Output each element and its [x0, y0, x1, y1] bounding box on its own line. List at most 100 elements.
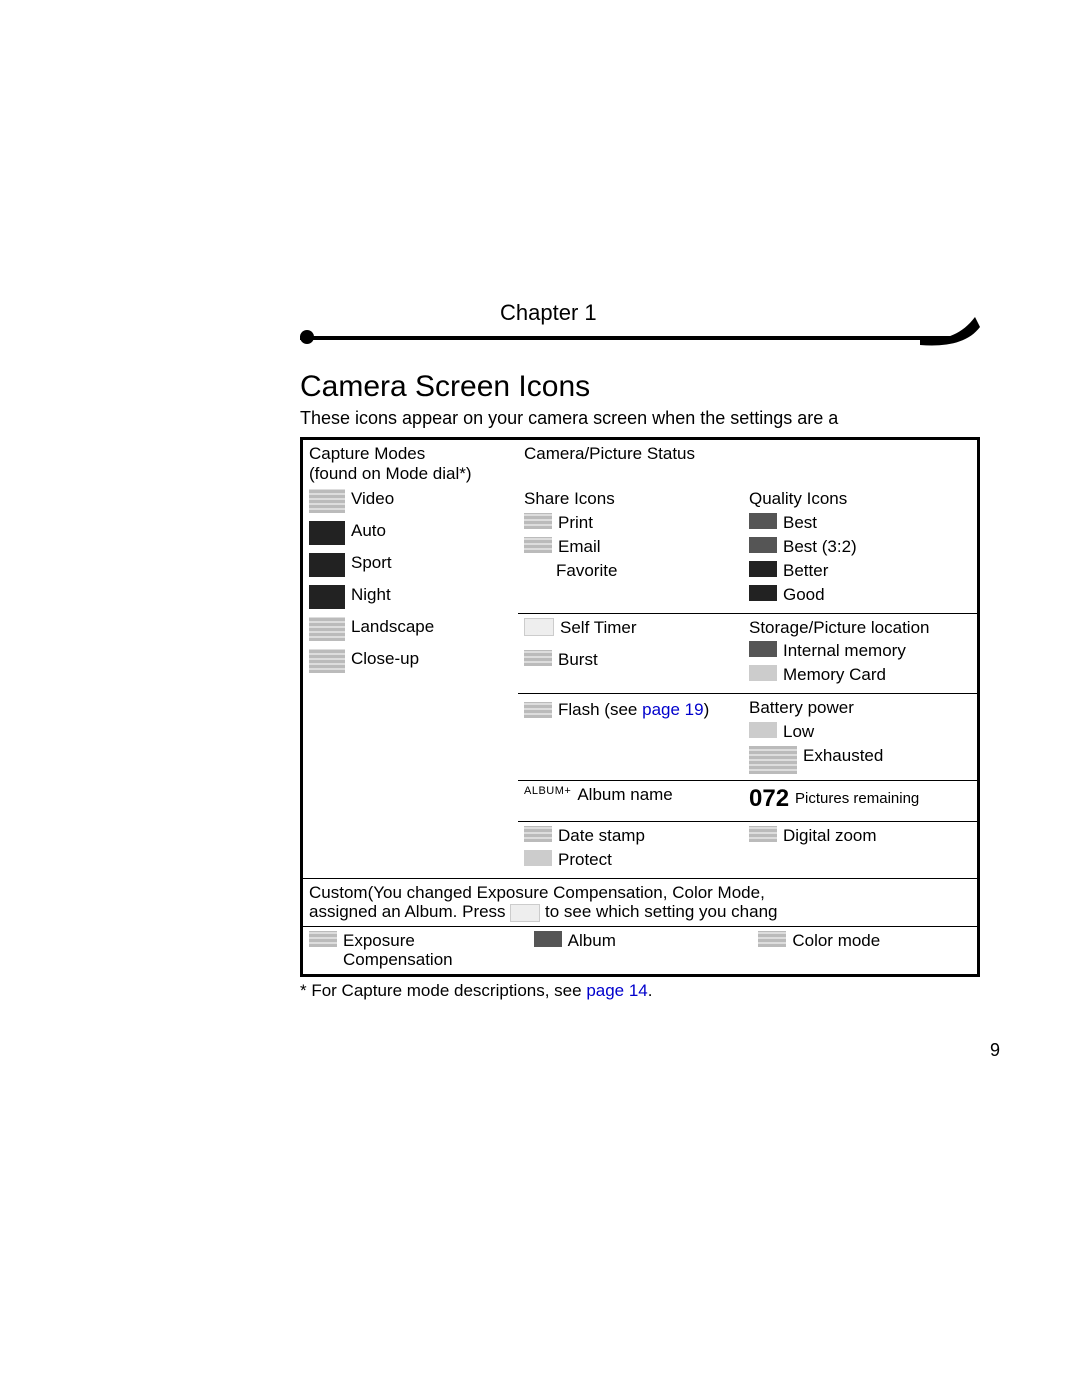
self-timer: Self Timer: [524, 618, 737, 646]
timer-storage-row: Self Timer Burst Storage/Picture locatio…: [518, 613, 977, 694]
flash-label: Flash (see: [558, 700, 637, 719]
album-name: ALBUM+ Album name: [524, 785, 737, 813]
storage-label: Internal memory: [783, 641, 906, 661]
date-stamp-icon: [524, 826, 552, 842]
quality-good: Good: [749, 585, 971, 607]
night-icon: [309, 585, 345, 609]
diagram-middle: Video Auto Sport Night: [303, 485, 977, 878]
battery-label: Low: [783, 722, 814, 742]
chapter-header-arrow: Chapter 1: [300, 320, 1000, 350]
digital-zoom: Digital zoom: [749, 826, 971, 854]
quality-label: Better: [783, 561, 828, 581]
icons-diagram: Capture Modes (found on Mode dial*) Came…: [300, 437, 980, 977]
quality-icons-cell: Quality Icons Best Best (3:2): [743, 485, 977, 613]
protect-label: Protect: [558, 850, 612, 870]
mode-night: Night: [309, 585, 512, 613]
album-label-bottom: Album: [568, 931, 616, 951]
burst-icon: [524, 650, 552, 666]
album-pictures-row: ALBUM+ Album name 072 Pictures remaining: [518, 780, 977, 821]
battery-heading: Battery power: [749, 698, 971, 718]
internal-memory: Internal memory: [749, 641, 971, 663]
custom-prefix: Custom: [309, 883, 368, 902]
exposure-label: Exposure Compensation: [343, 931, 522, 970]
share-label: Email: [558, 537, 601, 557]
better-icon: [749, 561, 777, 577]
quality-better: Better: [749, 561, 971, 583]
battery-exhausted-icon: [749, 746, 797, 774]
closeup-icon: [309, 649, 345, 673]
quality-label: Good: [783, 585, 825, 605]
timer-label: Self Timer: [560, 618, 637, 638]
footnote-text: * For Capture mode descriptions, see: [300, 981, 586, 1000]
mode-label: Landscape: [351, 617, 434, 637]
print-icon: [524, 513, 552, 529]
mode-label: Night: [351, 585, 391, 605]
camera-status-heading: Camera/Picture Status: [524, 444, 971, 464]
date-protect-cell: Date stamp Protect: [518, 822, 743, 878]
battery-cell: Battery power Low Exhausted: [743, 694, 977, 780]
capture-modes-list: Video Auto Sport Night: [303, 485, 518, 878]
custom-line2a: assigned an Album. Press: [309, 902, 510, 921]
mode-closeup: Close-up: [309, 649, 512, 677]
diagram-header-row: Capture Modes (found on Mode dial*) Came…: [303, 440, 977, 485]
share-icons-heading: Share Icons: [524, 489, 737, 509]
album-cell: ALBUM+ Album name: [518, 781, 743, 821]
storage-label: Memory Card: [783, 665, 886, 685]
best32-icon: [749, 537, 777, 553]
section-title: Camera Screen Icons: [300, 370, 1000, 404]
content-area: Chapter 1 Camera Screen Icons These icon…: [300, 320, 1000, 1001]
mode-label: Video: [351, 489, 394, 509]
good-icon: [749, 585, 777, 601]
status-area: Share Icons Print Email Favorite: [518, 485, 977, 878]
mode-label: Close-up: [351, 649, 419, 669]
exposure-cell: Exposure Compensation: [303, 927, 528, 974]
internal-memory-icon: [749, 641, 777, 657]
self-timer-icon: [524, 618, 554, 636]
chapter-label: Chapter 1: [500, 300, 597, 326]
press-button-icon: [510, 904, 540, 922]
remaining-count: 072: [749, 785, 789, 813]
capture-modes-subheading: (found on Mode dial*): [309, 464, 512, 484]
storage-cell: Storage/Picture location Internal memory…: [743, 614, 977, 694]
auto-icon: [309, 521, 345, 545]
mode-label: Auto: [351, 521, 386, 541]
share-email: Email: [524, 537, 737, 559]
footnote-link[interactable]: page 14: [586, 981, 647, 1000]
share-label: Print: [558, 513, 593, 533]
footnote: * For Capture mode descriptions, see pag…: [300, 981, 1000, 1001]
share-print: Print: [524, 513, 737, 535]
share-favorite: Favorite: [524, 561, 737, 583]
quality-icons-heading: Quality Icons: [749, 489, 971, 509]
flash-icon: [524, 702, 552, 718]
section-subtitle: These icons appear on your camera screen…: [300, 408, 1000, 429]
flash-row: Flash (see page 19): [524, 700, 737, 720]
flash-cell: Flash (see page 19): [518, 694, 743, 780]
mode-video: Video: [309, 489, 512, 517]
album-plus-badge: ALBUM+: [524, 785, 571, 798]
capture-modes-heading: Capture Modes: [309, 444, 512, 464]
memory-card: Memory Card: [749, 665, 971, 687]
capture-modes-header-cell: Capture Modes (found on Mode dial*): [303, 440, 518, 485]
protect-icon: [524, 850, 552, 866]
battery-label: Exhausted: [803, 746, 883, 766]
battery-low-icon: [749, 722, 777, 738]
flash-close: ): [704, 700, 710, 719]
remaining-label: Pictures remaining: [795, 791, 919, 806]
mode-label: Sport: [351, 553, 392, 573]
sport-icon: [309, 553, 345, 577]
mode-landscape: Landscape: [309, 617, 512, 645]
flash-page-link[interactable]: page 19: [642, 700, 703, 719]
quality-label: Best: [783, 513, 817, 533]
memory-card-icon: [749, 665, 777, 681]
quality-best: Best: [749, 513, 971, 535]
mode-auto: Auto: [309, 521, 512, 549]
color-mode-cell: Color mode: [752, 927, 977, 974]
date-stamp-label: Date stamp: [558, 826, 645, 846]
album-label: Album name: [577, 785, 672, 805]
quality-label: Best (3:2): [783, 537, 857, 557]
pictures-remaining-cell: 072 Pictures remaining: [743, 781, 977, 821]
camera-status-heading-cell: Camera/Picture Status: [518, 440, 977, 485]
digital-zoom-cell: Digital zoom: [743, 822, 977, 878]
protect: Protect: [524, 850, 737, 872]
exposure-icon: [309, 931, 337, 947]
